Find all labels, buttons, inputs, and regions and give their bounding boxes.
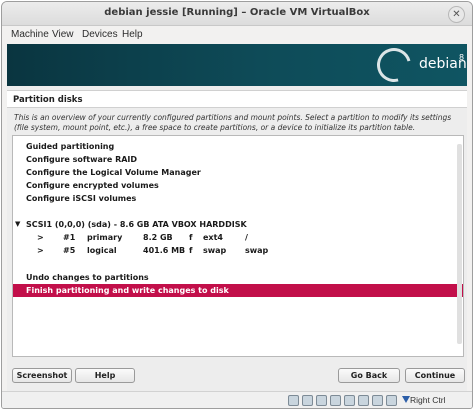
guest-screen: debian 8 Partition disks This is an over…: [7, 44, 467, 391]
page-title: Partition disks: [7, 90, 467, 108]
menu-help[interactable]: Help: [122, 29, 143, 40]
expand-arrow-icon: >: [37, 233, 44, 242]
list-scrollbar[interactable]: [457, 144, 462, 344]
go-back-button[interactable]: Go Back: [338, 368, 400, 383]
list-item-guided-partitioning[interactable]: Guided partitioning: [13, 140, 463, 153]
hard-disk-icon[interactable]: [288, 395, 299, 406]
list-item-partition-5[interactable]: > #5 logical 401.6 MB f swap swap: [13, 244, 463, 257]
status-bar: Right Ctrl: [2, 391, 472, 408]
host-key-arrow-icon: [402, 396, 410, 403]
list-item-encrypted-volumes[interactable]: Configure encrypted volumes: [13, 179, 463, 192]
network-icon[interactable]: [330, 395, 341, 406]
help-button[interactable]: Help: [75, 368, 135, 383]
partition-list[interactable]: Guided partitioning Configure software R…: [12, 135, 464, 357]
title-bar[interactable]: debian jessie [Running] – Oracle VM Virt…: [2, 2, 472, 26]
host-key-label: Right Ctrl: [410, 395, 446, 405]
optical-drive-icon[interactable]: [302, 395, 313, 406]
debian-banner: debian 8: [7, 44, 467, 89]
list-item-partition-1[interactable]: > #1 primary 8.2 GB f ext4 /: [13, 231, 463, 244]
expand-arrow-icon: >: [37, 246, 44, 255]
display-icon[interactable]: [372, 395, 383, 406]
usb-icon[interactable]: [344, 395, 355, 406]
menu-devices[interactable]: Devices: [82, 29, 118, 40]
list-item-undo-changes[interactable]: Undo changes to partitions: [13, 271, 463, 284]
menu-view[interactable]: View: [52, 29, 74, 40]
screenshot-button[interactable]: Screenshot: [12, 368, 72, 383]
continue-button[interactable]: Continue: [405, 368, 465, 383]
menu-bar: Machine View Devices Help: [2, 27, 472, 43]
shared-folders-icon[interactable]: [358, 395, 369, 406]
mouse-integration-icon[interactable]: [386, 395, 397, 406]
list-item-disk[interactable]: ▼ SCSI1 (0,0,0) (sda) - 8.6 GB ATA VBOX …: [13, 218, 463, 231]
menu-machine[interactable]: Machine: [11, 29, 49, 40]
list-item-software-raid[interactable]: Configure software RAID: [13, 153, 463, 166]
description-text: This is an overview of your currently co…: [14, 113, 452, 132]
list-item-iscsi-volumes[interactable]: Configure iSCSI volumes: [13, 192, 463, 205]
audio-icon[interactable]: [316, 395, 327, 406]
debian-swirl-icon: [370, 44, 418, 89]
virtualbox-window: debian jessie [Running] – Oracle VM Virt…: [1, 1, 473, 409]
list-item-lvm[interactable]: Configure the Logical Volume Manager: [13, 166, 463, 179]
close-icon[interactable]: ✕: [448, 6, 465, 23]
collapse-triangle-icon[interactable]: ▼: [15, 218, 20, 231]
window-title: debian jessie [Running] – Oracle VM Virt…: [104, 7, 370, 18]
debian-version: 8: [459, 53, 465, 62]
list-item-finish-partitioning[interactable]: Finish partitioning and write changes to…: [13, 284, 463, 297]
